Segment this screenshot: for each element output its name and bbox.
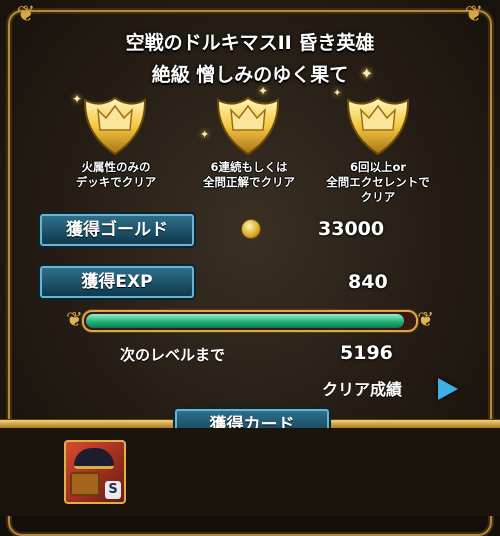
- clear-condition-text: 火属性のみの デッキでクリア: [75, 160, 157, 189]
- bar-ornament-icon: ❦: [417, 307, 434, 331]
- gold-coin-icon: [241, 219, 261, 239]
- card-rarity-badge: S: [105, 481, 121, 499]
- captain-hat-icon: [74, 448, 114, 469]
- bar-ornament-icon: ❦: [66, 307, 83, 331]
- quest-title: 空戦のドルキマスII 昏き英雄: [125, 32, 375, 54]
- next-level-value: 5196: [340, 342, 393, 364]
- gold-value: 33000: [318, 218, 385, 240]
- frame-corner-ornament: ❦: [464, 2, 484, 27]
- next-level-label: 次のレベルまで: [120, 346, 226, 364]
- play-arrow-icon[interactable]: [438, 378, 458, 400]
- sparkle-icon: ✦: [360, 64, 374, 83]
- exp-label: 獲得EXP: [40, 266, 194, 298]
- exp-value: 840: [348, 271, 388, 293]
- clear-condition-text: 6回以上or 全問エクセレントで クリア: [326, 160, 430, 204]
- sparkle-icon: ✦: [333, 88, 342, 99]
- gold-label: 獲得ゴールド: [40, 214, 194, 246]
- exp-bar-fill: [86, 314, 405, 328]
- clear-condition-text: 6連続もしくは 全問正解でクリア: [203, 160, 295, 189]
- gold-trophy-icon: [216, 96, 280, 156]
- treasure-chest-card-icon: [70, 472, 100, 496]
- acquired-card[interactable]: S: [64, 440, 126, 504]
- exp-bar-frame: [82, 310, 418, 332]
- frame-corner-ornament: ❦: [16, 2, 36, 27]
- gold-trophy-icon: [346, 96, 410, 156]
- sparkle-icon: ✦: [200, 128, 210, 141]
- gold-trophy-icon: [83, 96, 147, 156]
- clear-results-button[interactable]: クリア成績: [322, 376, 402, 400]
- quest-subtitle: 絶級 憎しみのゆく果て: [151, 64, 349, 86]
- exp-progress-bar: ❦ ❦: [66, 307, 434, 333]
